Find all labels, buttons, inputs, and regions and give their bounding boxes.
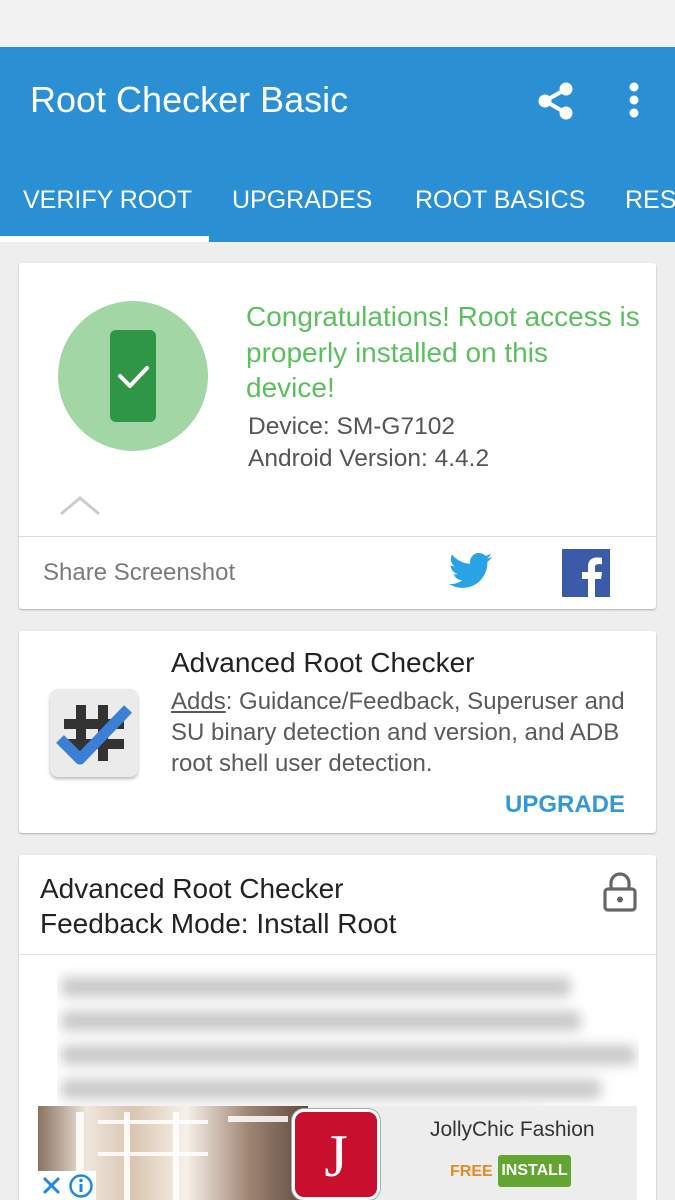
share-icon[interactable] [536, 81, 576, 121]
twitter-icon[interactable] [446, 546, 496, 596]
tab-indicator [0, 236, 209, 242]
verify-result-card: Congratulations! Root access is properly… [19, 263, 656, 609]
android-version: Android Version: 4.4.2 [248, 445, 490, 472]
device-model: Device: SM-G7102 [248, 413, 455, 440]
tab-root-basics[interactable]: ROOT BASICS [415, 177, 585, 242]
divider [19, 536, 656, 537]
info-icon[interactable] [66, 1171, 96, 1200]
feedback-card-title: Advanced Root Checker Feedback Mode: Ins… [40, 871, 396, 941]
root-status-message: Congratulations! Root access is properly… [246, 301, 640, 403]
upgrade-description: Adds: Guidance/Feedback, Superuser and S… [171, 686, 641, 779]
tab-verify-root[interactable]: VERIFY ROOT [23, 177, 192, 242]
facebook-icon[interactable] [562, 549, 610, 597]
upgrade-title: Advanced Root Checker [171, 647, 475, 678]
ad-install-button[interactable]: INSTALL [498, 1155, 571, 1187]
tab-resources[interactable]: RES [625, 177, 675, 242]
ad-price: FREE [450, 1163, 493, 1180]
tab-upgrades[interactable]: UPGRADES [232, 177, 372, 242]
share-screenshot-label: Share Screenshot [43, 559, 236, 586]
adds-link[interactable]: Adds [171, 688, 226, 715]
feedback-title-line1: Advanced Root Checker [40, 873, 344, 904]
close-icon[interactable] [38, 1171, 66, 1200]
divider [19, 954, 656, 955]
root-checker-pro-icon [50, 689, 138, 777]
ad-app-logo: J [292, 1109, 380, 1200]
ad-banner[interactable]: J JollyChic Fashion FREE INSTALL [38, 1106, 637, 1200]
more-vert-icon[interactable] [624, 81, 644, 121]
tab-bar: VERIFY ROOT UPGRADES ROOT BASICS RES [0, 177, 675, 242]
upgrade-card: Advanced Root Checker Adds: Guidance/Fee… [19, 631, 656, 833]
blurred-content [57, 967, 639, 1127]
status-bar [0, 0, 675, 47]
ad-title: JollyChic Fashion [430, 1118, 595, 1141]
phone-check-icon [58, 301, 208, 451]
app-bar: Root Checker Basic VERIFY ROOT UPGRADES … [0, 47, 675, 242]
ad-logo-letter: J [324, 1123, 348, 1189]
lock-icon [603, 872, 637, 912]
upgrade-description-body: : Guidance/Feedback, Superuser and SU bi… [171, 688, 625, 777]
feedback-title-line2: Feedback Mode: Install Root [40, 908, 397, 939]
upgrade-button[interactable]: UPGRADE [505, 791, 625, 819]
chevron-up-icon[interactable] [59, 495, 101, 517]
app-title: Root Checker Basic [30, 79, 349, 120]
